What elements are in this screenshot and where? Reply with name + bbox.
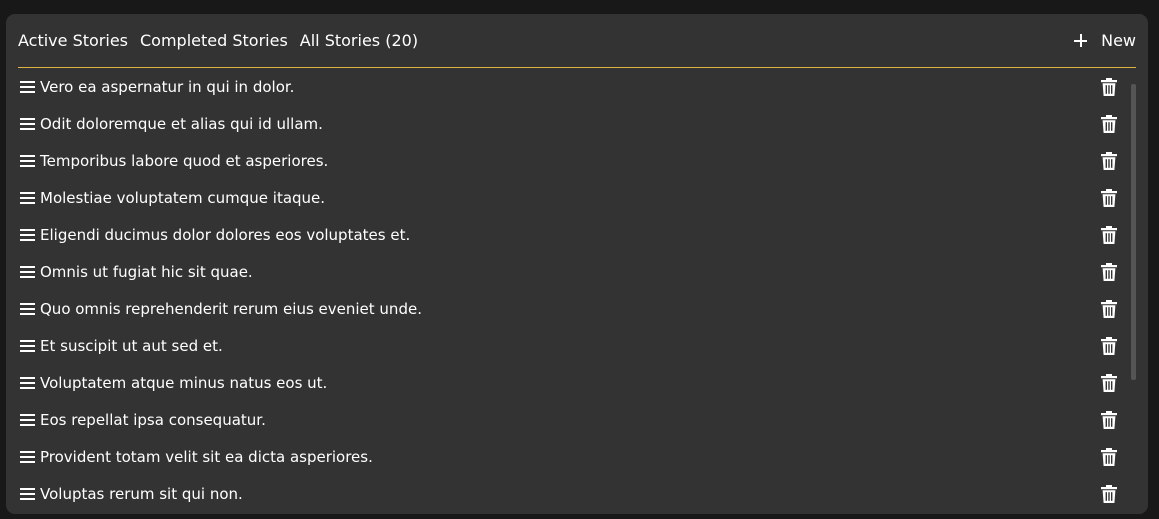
- drag-handle-icon[interactable]: [20, 413, 35, 426]
- drag-handle-icon[interactable]: [20, 80, 35, 93]
- story-title[interactable]: Eligendi ducimus dolor dolores eos volup…: [40, 226, 410, 244]
- drag-handle-icon[interactable]: [20, 117, 35, 130]
- story-row: Quo omnis reprehenderit rerum eius eveni…: [18, 290, 1130, 327]
- new-story-button[interactable]: New: [1074, 31, 1136, 50]
- new-button-label: New: [1101, 31, 1136, 50]
- story-row: Eligendi ducimus dolor dolores eos volup…: [18, 216, 1130, 253]
- story-row: Odit doloremque et alias qui id ullam.: [18, 105, 1130, 142]
- stories-panel: Active Stories Completed Stories All Sto…: [6, 14, 1148, 514]
- trash-icon[interactable]: [1101, 299, 1117, 318]
- tab-all-stories[interactable]: All Stories (20): [300, 31, 418, 50]
- drag-handle-icon[interactable]: [20, 487, 35, 500]
- trash-icon[interactable]: [1101, 447, 1117, 466]
- story-title[interactable]: Omnis ut fugiat hic sit quae.: [40, 263, 253, 281]
- drag-handle-icon[interactable]: [20, 265, 35, 278]
- trash-icon[interactable]: [1101, 262, 1117, 281]
- plus-icon: [1074, 34, 1088, 47]
- story-row: Vero ea aspernatur in qui in dolor.: [18, 68, 1130, 105]
- story-title[interactable]: Voluptas rerum sit qui non.: [40, 485, 243, 503]
- story-title[interactable]: Provident totam velit sit ea dicta asper…: [40, 448, 373, 466]
- story-row: Molestiae voluptatem cumque itaque.: [18, 179, 1130, 216]
- stories-header: Active Stories Completed Stories All Sto…: [18, 14, 1136, 68]
- story-title[interactable]: Molestiae voluptatem cumque itaque.: [40, 189, 325, 207]
- story-row: Provident totam velit sit ea dicta asper…: [18, 438, 1130, 475]
- trash-icon[interactable]: [1101, 77, 1117, 96]
- drag-handle-icon[interactable]: [20, 302, 35, 315]
- story-title[interactable]: Voluptatem atque minus natus eos ut.: [40, 374, 327, 392]
- trash-icon[interactable]: [1101, 410, 1117, 429]
- trash-icon[interactable]: [1101, 336, 1117, 355]
- story-row: Voluptas rerum sit qui non.: [18, 475, 1130, 512]
- story-row: Omnis ut fugiat hic sit quae.: [18, 253, 1130, 290]
- drag-handle-icon[interactable]: [20, 154, 35, 167]
- story-title[interactable]: Vero ea aspernatur in qui in dolor.: [40, 78, 294, 96]
- story-row: Voluptatem atque minus natus eos ut.: [18, 364, 1130, 401]
- story-list: Vero ea aspernatur in qui in dolor. Odit…: [18, 68, 1130, 514]
- story-title[interactable]: Temporibus labore quod et asperiores.: [40, 152, 328, 170]
- drag-handle-icon[interactable]: [20, 450, 35, 463]
- story-row: Et suscipit ut aut sed et.: [18, 327, 1130, 364]
- story-row: Temporibus labore quod et asperiores.: [18, 142, 1130, 179]
- drag-handle-icon[interactable]: [20, 228, 35, 241]
- trash-icon[interactable]: [1101, 484, 1117, 503]
- scrollbar[interactable]: [1131, 84, 1136, 380]
- trash-icon[interactable]: [1101, 151, 1117, 170]
- tab-completed-stories[interactable]: Completed Stories: [140, 31, 288, 50]
- story-title[interactable]: Quo omnis reprehenderit rerum eius eveni…: [40, 300, 422, 318]
- trash-icon[interactable]: [1101, 373, 1117, 392]
- story-row: Eos repellat ipsa consequatur.: [18, 401, 1130, 438]
- story-title[interactable]: Odit doloremque et alias qui id ullam.: [40, 115, 323, 133]
- drag-handle-icon[interactable]: [20, 191, 35, 204]
- tab-active-stories[interactable]: Active Stories: [18, 31, 128, 50]
- drag-handle-icon[interactable]: [20, 339, 35, 352]
- trash-icon[interactable]: [1101, 225, 1117, 244]
- drag-handle-icon[interactable]: [20, 376, 35, 389]
- trash-icon[interactable]: [1101, 188, 1117, 207]
- story-title[interactable]: Eos repellat ipsa consequatur.: [40, 411, 266, 429]
- story-title[interactable]: Et suscipit ut aut sed et.: [40, 337, 223, 355]
- trash-icon[interactable]: [1101, 114, 1117, 133]
